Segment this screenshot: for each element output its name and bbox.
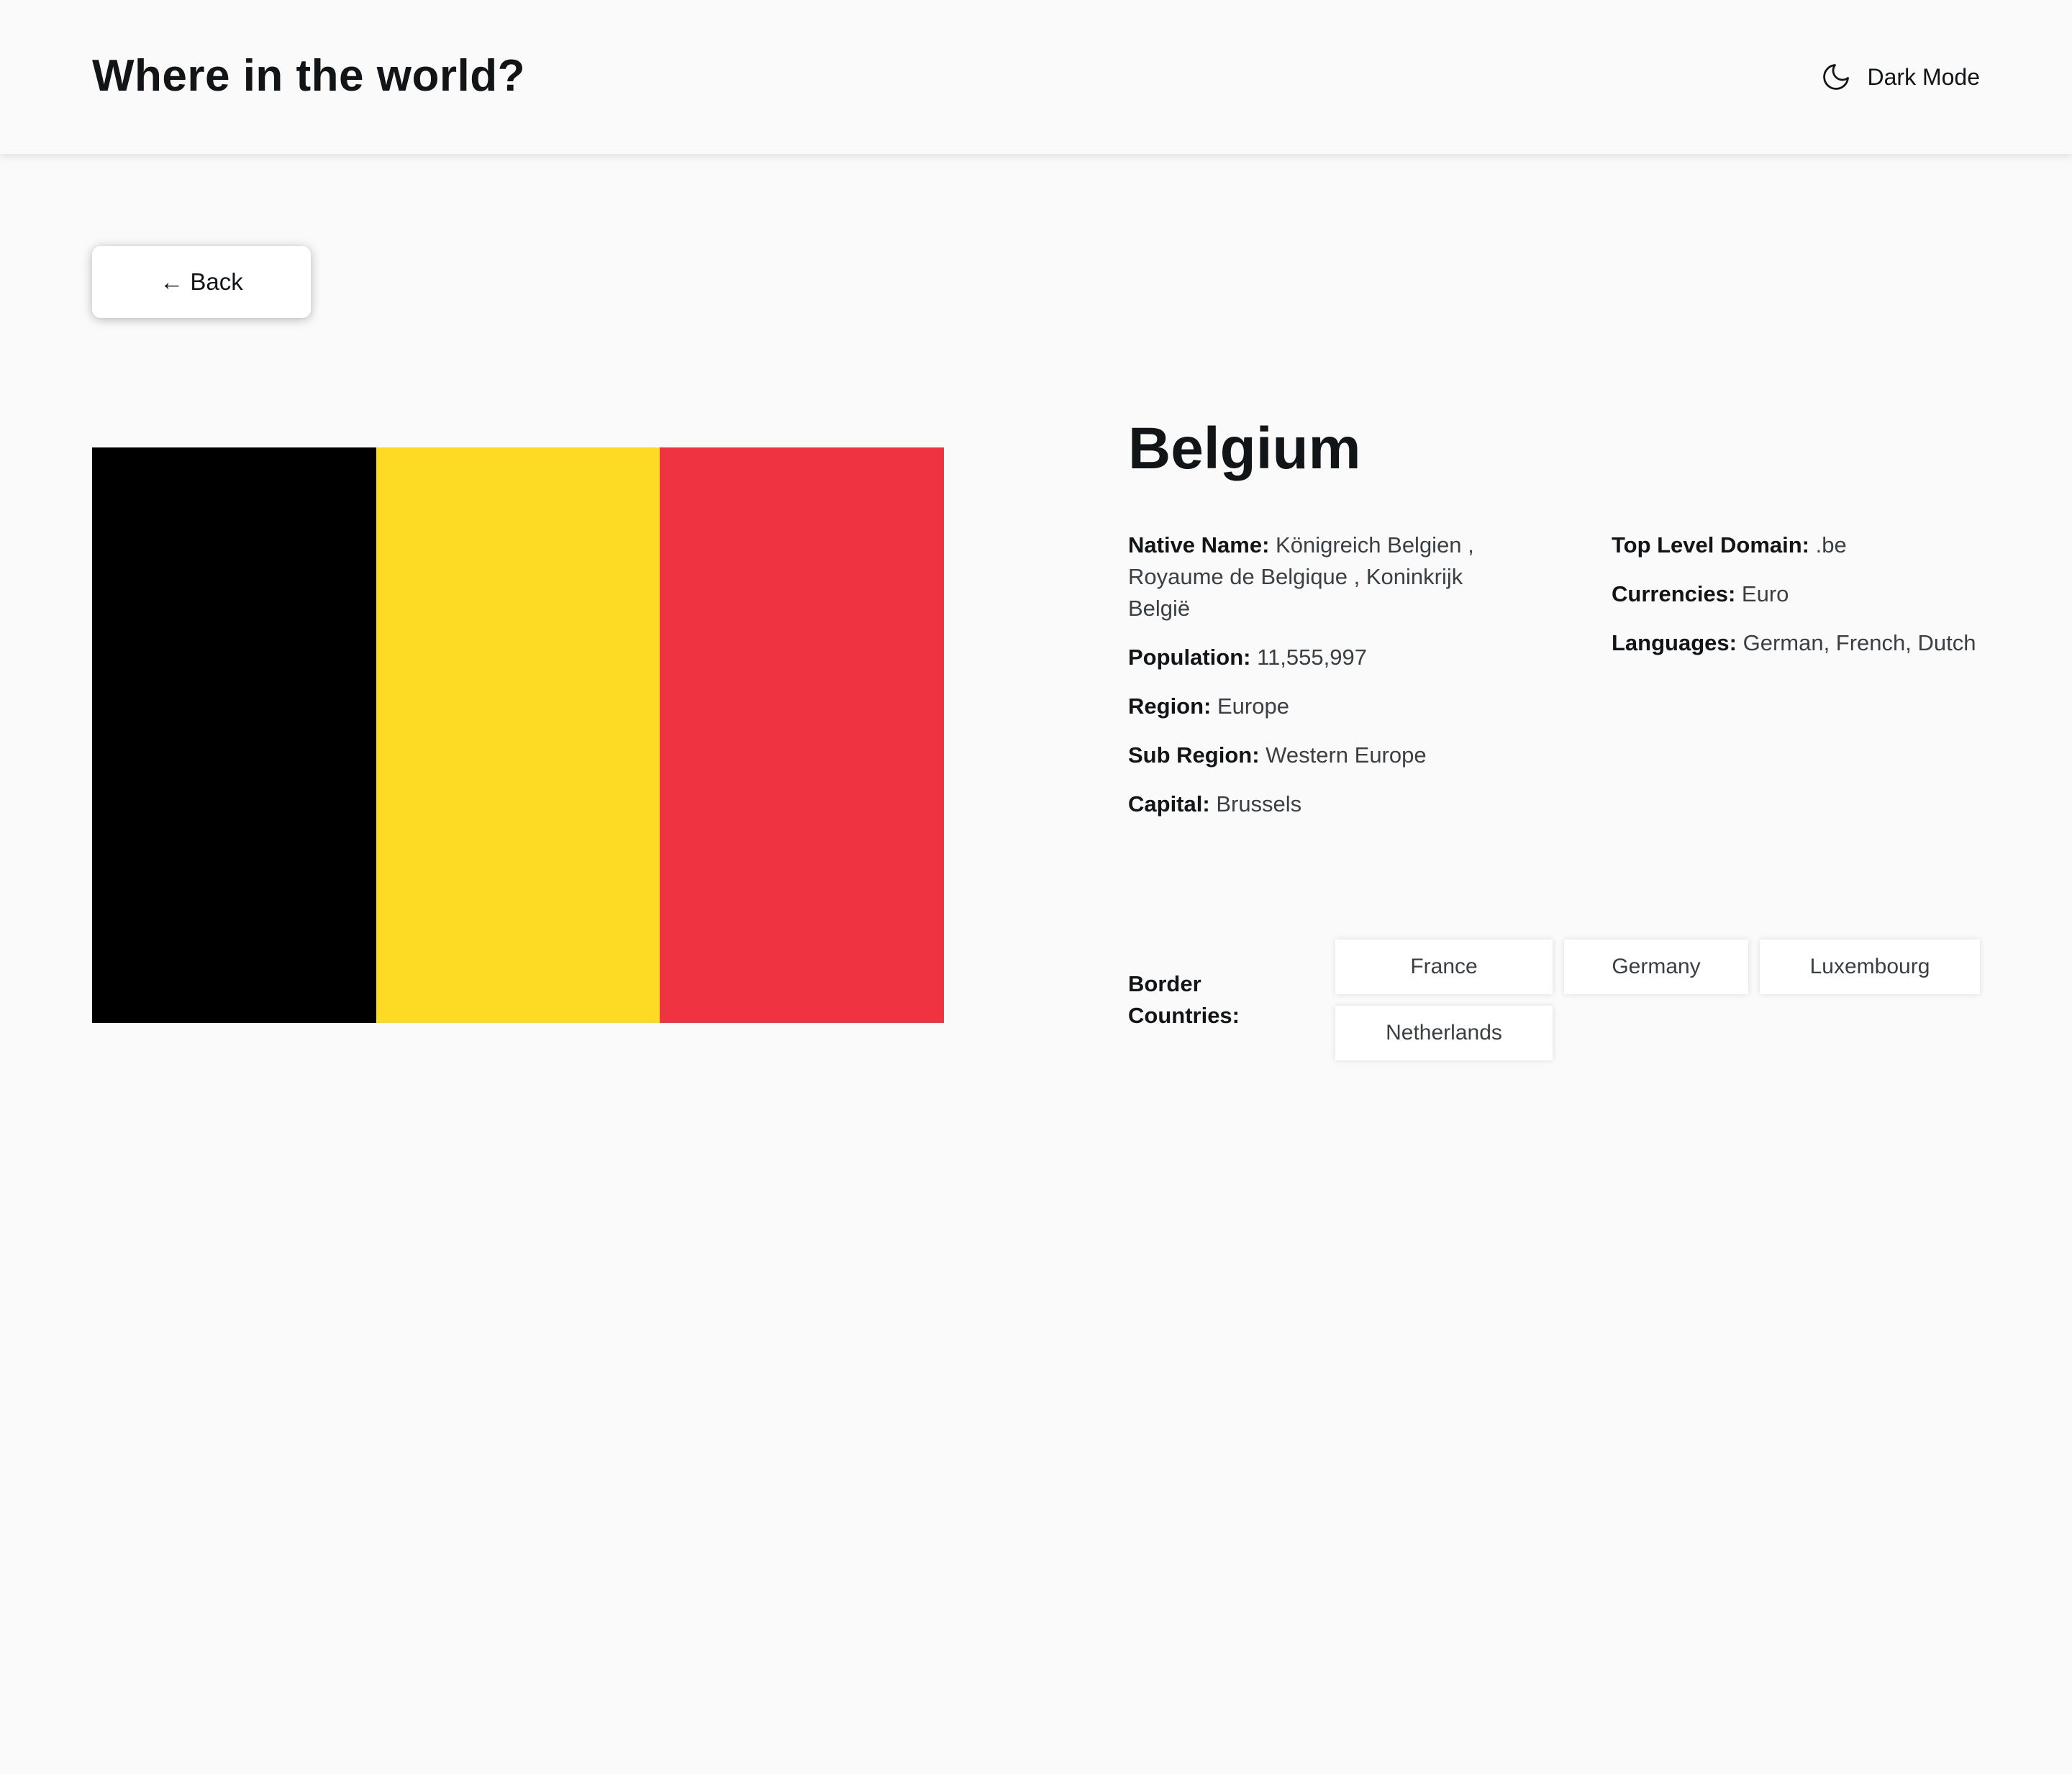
native-name-row: Native Name: Königreich Belgien , Royaum… [1128, 529, 1517, 624]
flag-stripe-red [660, 447, 945, 1023]
flag-stripe-yellow [376, 447, 660, 1023]
currencies-value: Euro [1741, 581, 1789, 606]
moon-icon [1822, 64, 1849, 90]
app-header: Where in the world? Dark Mode [0, 0, 2072, 154]
back-button[interactable]: ← Back [92, 246, 311, 318]
border-countries-label: Border Countries: [1128, 971, 1240, 1028]
capital-row: Capital: Brussels [1128, 788, 1517, 820]
app-title: Where in the world? [92, 51, 525, 101]
top-level-domain-row: Top Level Domain: .be [1612, 529, 2014, 561]
capital-value: Brussels [1216, 791, 1302, 817]
country-details-secondary: Top Level Domain: .be Currencies: Euro L… [1612, 529, 2014, 676]
sub-region-value: Western Europe [1266, 742, 1427, 768]
country-flag [92, 447, 945, 1023]
back-button-label: ← Back [160, 268, 243, 295]
dark-mode-label: Dark Mode [1867, 63, 1981, 90]
region-label: Region: [1128, 693, 1212, 719]
population-row: Population: 11,555,997 [1128, 642, 1517, 673]
flag-stripe-black [92, 447, 376, 1023]
region-row: Region: Europe [1128, 691, 1517, 722]
sub-region-label: Sub Region: [1128, 742, 1260, 768]
native-name-label: Native Name: [1128, 532, 1270, 558]
region-value: Europe [1217, 693, 1289, 719]
languages-value: German, French, Dutch [1742, 630, 1976, 655]
population-label: Population: [1128, 645, 1251, 670]
languages-row: Languages: German, French, Dutch [1612, 627, 2014, 659]
capital-label: Capital: [1128, 791, 1210, 817]
dark-mode-toggle[interactable]: Dark Mode [1820, 52, 1981, 102]
country-details-primary: Native Name: Königreich Belgien , Royaum… [1128, 529, 1517, 837]
country-name: Belgium [1128, 416, 1361, 481]
border-country-france[interactable]: France [1335, 940, 1553, 994]
currencies-row: Currencies: Euro [1612, 578, 2014, 610]
border-country-luxembourg[interactable]: Luxembourg [1760, 940, 1980, 994]
languages-label: Languages: [1612, 630, 1737, 655]
top-level-domain-value: .be [1815, 532, 1847, 558]
border-country-netherlands[interactable]: Netherlands [1335, 1006, 1553, 1060]
population-value: 11,555,997 [1257, 645, 1367, 670]
border-country-germany[interactable]: Germany [1564, 940, 1748, 994]
top-level-domain-label: Top Level Domain: [1612, 532, 1810, 558]
sub-region-row: Sub Region: Western Europe [1128, 740, 1517, 771]
currencies-label: Currencies: [1612, 581, 1736, 606]
